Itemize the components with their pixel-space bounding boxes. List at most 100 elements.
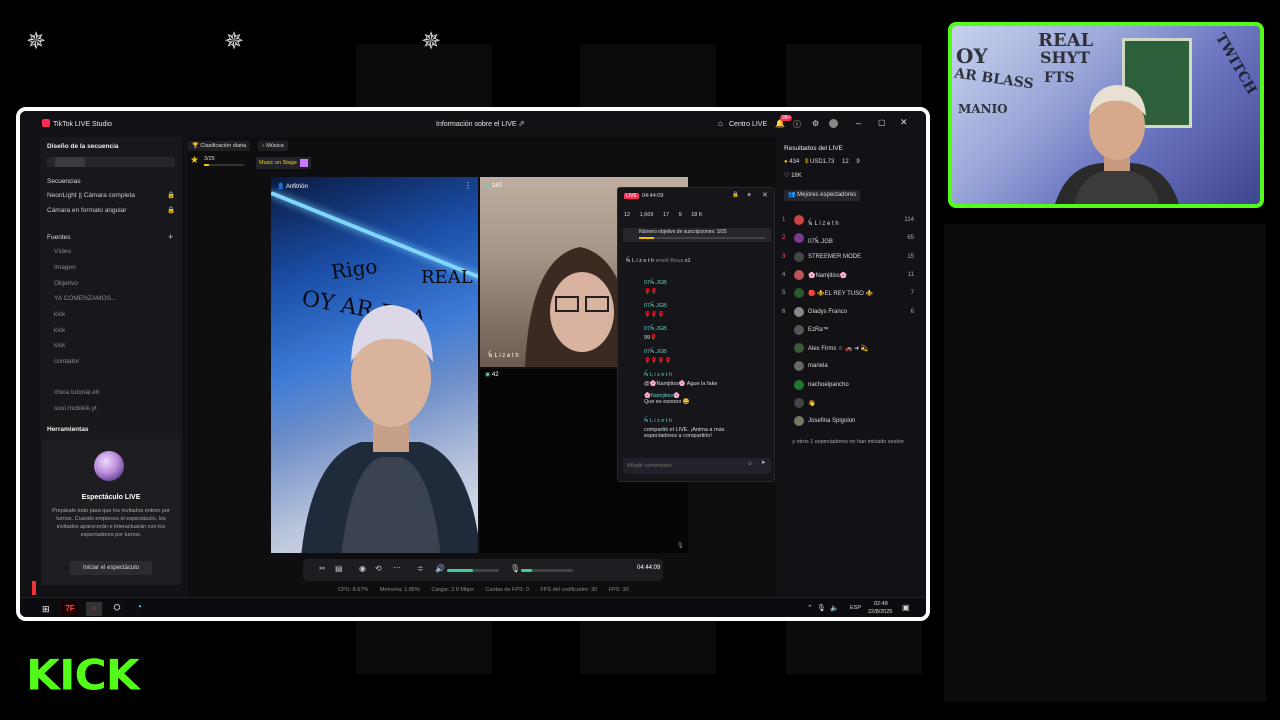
mic-icon[interactable]: 🎙 (510, 564, 520, 573)
start-spectacle-button[interactable]: Iniciar el espectáculo (70, 561, 152, 575)
app-icon-7f[interactable]: 7F (62, 602, 78, 616)
viewer-row[interactable]: 👋 (782, 398, 918, 410)
music-tab[interactable]: ♪ Música (258, 141, 288, 151)
source-item[interactable]: YA COMENZAMOS... (54, 295, 116, 302)
lock-icon[interactable]: 🔒 (167, 206, 175, 214)
viewer-row[interactable]: 2 07ꫝ.JGB 65 (782, 233, 918, 245)
avatar[interactable] (829, 119, 838, 128)
viewer-row[interactable]: 5 🔴 ⚜️EL REY TUSO ⚜️ 7 (782, 288, 918, 300)
maximize-icon[interactable]: ▢ (878, 118, 886, 127)
live-duration: 04:44:09 (642, 193, 664, 199)
chat-text: 🌹🌹 (644, 289, 658, 295)
emoji-icon[interactable]: ☺ (747, 461, 753, 467)
avatar (794, 361, 804, 372)
language-indicator[interactable]: ESP (850, 605, 861, 611)
share-icon[interactable]: ⇗ (518, 119, 525, 128)
viewer-name: STREEMER MODE (808, 253, 862, 260)
minimize-icon[interactable]: – (856, 118, 861, 128)
lock-icon[interactable]: 🔒 (732, 192, 739, 198)
layout-toggle[interactable] (47, 157, 175, 167)
viewer-row[interactable]: 6 Gladys Franco 6 (782, 306, 918, 319)
mic-icon[interactable]: 🎙 (676, 542, 684, 549)
chat-text: compartió el LIVE. ¡Anima a más espectad… (644, 427, 725, 439)
top-viewers-tab[interactable]: 👥 Mejores espectadores (784, 190, 861, 201)
record-icon[interactable]: ◉ (359, 564, 366, 573)
viewer-rank: 5 (782, 290, 786, 297)
mic-tray-icon[interactable]: 🎙 (817, 604, 826, 612)
source-item[interactable]: chica tutorial.elt (54, 389, 99, 396)
viewer-icon: ◉ (485, 183, 491, 189)
source-item[interactable]: Imagen (54, 264, 76, 271)
mic-volume-slider[interactable] (521, 569, 573, 572)
comment-input[interactable] (627, 460, 737, 472)
source-item[interactable]: contador (54, 358, 79, 365)
viewer-row[interactable]: 4 🌸Namjitiss🌸 11 (782, 269, 918, 282)
sequence-item[interactable]: Cámara en formato angular (47, 207, 127, 214)
settings-icon[interactable]: ⚙ (812, 119, 819, 128)
viewer-row[interactable]: Alex Firms ☆ 🚗 ➜ 💫 (782, 343, 918, 355)
results-title: Resultados del LIVE (784, 145, 843, 152)
sequences-label: Secuencias (47, 178, 81, 185)
notification-icon[interactable]: ▣ (902, 603, 910, 612)
encoder-fps-stat: FPS del codificador: 30 (540, 587, 598, 593)
viewer-score: 11 (907, 271, 914, 278)
center-stage: 🏆 Clasificación diaria ♪ Música ★ 3/25 M… (188, 137, 776, 599)
viewer-row[interactable]: 3 STREEMER MODE 15 (782, 251, 918, 264)
speaker-volume-slider[interactable] (447, 569, 499, 572)
windows-start-icon[interactable]: ⊞ (42, 604, 50, 615)
send-icon[interactable]: ➤ (761, 460, 766, 466)
speaker-icon[interactable]: 🔊 (435, 564, 445, 573)
edge-icon[interactable]: ◔ (132, 602, 146, 616)
more-icon[interactable]: ⋮ (464, 181, 472, 190)
help-icon[interactable]: ⓘ (793, 119, 801, 130)
viewer-row[interactable]: mariela (782, 361, 918, 373)
chat-user: 07ꫝ.JGB (644, 280, 667, 286)
live-info-button[interactable]: Información sobre el LIVE (436, 121, 517, 128)
steam-icon[interactable]: ⛭ (110, 602, 124, 616)
overlay-panel-right (944, 224, 1266, 702)
viewer-rank: 2 (782, 235, 786, 242)
more-icon[interactable]: ⋯ (393, 563, 401, 572)
source-item[interactable]: kick (54, 311, 65, 318)
source-item[interactable]: soul.mobikik.yt (54, 405, 97, 412)
camera-icon[interactable]: ▤ (335, 564, 343, 573)
portrait-icon[interactable] (55, 157, 85, 167)
clock-time[interactable]: 02:48 (874, 601, 888, 607)
viewer-row[interactable]: 1 ꫝ L i z e t h 114 (782, 215, 918, 227)
pin-icon[interactable]: ◈ (747, 192, 751, 198)
clock-date[interactable]: 22/8/2025 (868, 609, 892, 615)
avatar (794, 379, 804, 390)
close-icon[interactable]: ✕ (900, 117, 908, 128)
viewer-row[interactable]: Josefina Spigolon (782, 416, 918, 428)
source-item[interactable]: Vídeo (54, 248, 71, 255)
close-icon[interactable]: ✕ (762, 191, 768, 199)
music-on-stage-button[interactable]: Music on Stage (256, 157, 312, 169)
tray-chevron-icon[interactable]: ⌃ (807, 604, 813, 612)
lock-icon[interactable]: 🔒 (167, 191, 175, 199)
replay-icon[interactable]: ⟲ (375, 564, 382, 573)
live-center-button[interactable]: Centro LIVE (729, 121, 767, 128)
chat-message: 07ꫝ.JGB 🌹🌹🌹 (644, 301, 667, 318)
add-icon[interactable]: + (168, 232, 173, 242)
volume-tray-icon[interactable]: 🔈 (830, 604, 839, 612)
guest-count: ◉ 42 (485, 371, 499, 378)
live-timer: 04:44:09 (637, 565, 661, 571)
sliders-icon[interactable]: ≑ (417, 564, 424, 573)
source-item[interactable]: kick (54, 327, 65, 334)
viewer-row[interactable]: EzRa™ (782, 324, 918, 337)
source-item[interactable]: kick (54, 342, 65, 349)
streamer-silhouette (301, 305, 478, 553)
source-item[interactable]: Objetivo (54, 280, 78, 287)
chat-text: 99🌹 (644, 335, 657, 341)
sequence-item[interactable]: NeonLight || Cámara completa (47, 192, 135, 199)
viewer-row[interactable]: nachoelpancho (782, 379, 918, 392)
viewer-name: 🌸Namjitiss🌸 (808, 272, 848, 279)
coin-icon: ● (784, 159, 788, 165)
scissors-icon[interactable]: ✂ (319, 564, 326, 573)
recording-indicator (32, 581, 36, 595)
daily-ranking-tab[interactable]: 🏆 Clasificación diaria (188, 141, 251, 151)
stat-gifts: 17 (662, 212, 670, 218)
stat-coins: 434 (789, 159, 800, 165)
tiktok-app-icon[interactable]: ♪ (86, 602, 102, 616)
spectacle-description: Prepáralo todo para que los invitados en… (52, 508, 170, 538)
